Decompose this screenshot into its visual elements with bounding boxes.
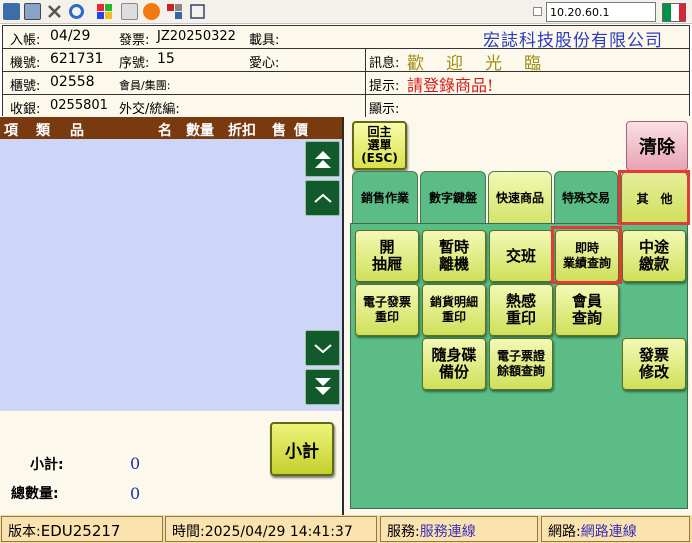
time-label: 時間: bbox=[172, 524, 205, 540]
toolbar: 10.20.60.1 bbox=[0, 0, 692, 24]
alert-icon[interactable] bbox=[143, 3, 160, 20]
ledger-value: 04/29 bbox=[50, 28, 91, 44]
company-name: 宏誌科技股份有限公司 bbox=[483, 31, 663, 51]
double-up-arrow-icon bbox=[314, 151, 331, 168]
network-icon[interactable] bbox=[166, 3, 183, 20]
back-to-main-menu-button[interactable]: 回主 選單 (ESC) bbox=[352, 121, 407, 170]
usb-backup-button[interactable]: 隨身碟 備份 bbox=[422, 338, 486, 390]
version-cell: 版本:EDU25217 bbox=[1, 516, 163, 542]
version-value: EDU25217 bbox=[40, 522, 121, 540]
info-row-3: 櫃號: 02558 會員/集團: 提示: 請登錄商品! bbox=[3, 72, 689, 95]
total-qty-value: 0 bbox=[130, 484, 141, 503]
clear-button[interactable]: 清除 bbox=[626, 121, 688, 171]
scroll-bottom-button[interactable] bbox=[305, 369, 340, 405]
down-chevron-icon bbox=[313, 344, 332, 354]
tab-special-transactions[interactable]: 特殊交易 bbox=[554, 171, 618, 224]
transaction-info: 入帳: 04/29 發票: JZ20250322 載具: 宏誌科技股份有限公司 … bbox=[2, 25, 690, 117]
display-label: 顯示: bbox=[369, 102, 400, 117]
flag-icon bbox=[662, 3, 686, 22]
time-cell: 時間:2025/04/29 14:41:37 bbox=[165, 516, 377, 542]
refresh-icon[interactable] bbox=[68, 3, 85, 20]
midway-payment-button[interactable]: 中途 繳款 bbox=[622, 230, 686, 282]
ip-address-field[interactable]: 10.20.60.1 bbox=[546, 2, 656, 22]
tax-id-label: 外交/統編: bbox=[119, 102, 180, 117]
service-label: 服務: bbox=[387, 524, 420, 540]
hint-label: 提示: bbox=[369, 79, 400, 94]
hint-message: 請登錄商品! bbox=[407, 76, 494, 95]
puzzle-icon[interactable] bbox=[96, 3, 113, 20]
item-list-header: 項 類 品 名 數量 折扣 售價 bbox=[0, 117, 342, 139]
status-bar: 版本:EDU25217 時間:2025/04/29 14:41:37 服務:服務… bbox=[0, 515, 692, 543]
subtotal-value: 0 bbox=[130, 454, 141, 473]
member-label: 會員/集團: bbox=[119, 79, 171, 92]
subtotal-button[interactable]: 小計 bbox=[270, 422, 334, 476]
time-value: 2025/04/29 14:41:37 bbox=[204, 524, 353, 540]
carrier-label: 載具: bbox=[249, 33, 280, 48]
info-row-4: 收銀: 0255801 外交/統編: 顯示: bbox=[3, 95, 689, 117]
sequence-value: 15 bbox=[157, 51, 175, 67]
col-goods: 品 bbox=[70, 123, 84, 139]
scroll-up-button[interactable] bbox=[305, 180, 340, 216]
tab-sales[interactable]: 銷售作業 bbox=[352, 171, 418, 224]
scroll-down-button[interactable] bbox=[305, 330, 340, 366]
up-chevron-icon bbox=[313, 193, 332, 203]
e-invoice-reprint-button[interactable]: 電子發票 重印 bbox=[355, 284, 419, 336]
tab-numeric-keypad[interactable]: 數字鍵盤 bbox=[420, 171, 486, 224]
version-label: 版本: bbox=[8, 524, 41, 540]
e-ticket-balance-query-button[interactable]: 電子票證 餘額查詢 bbox=[489, 338, 553, 390]
scroll-top-button[interactable] bbox=[305, 141, 340, 177]
network-cell: 網路:網路連線 bbox=[541, 516, 690, 542]
service-status: 服務連線 bbox=[419, 524, 476, 540]
invoice-modify-button[interactable]: 發票 修改 bbox=[622, 338, 686, 390]
member-query-button[interactable]: 會員 查詢 bbox=[555, 284, 619, 336]
invoice-label: 發票: bbox=[119, 33, 150, 48]
double-down-arrow-icon bbox=[314, 378, 331, 395]
temporary-leave-button[interactable]: 暫時 離機 bbox=[422, 230, 486, 282]
info-row-1: 入帳: 04/29 發票: JZ20250322 載具: 宏誌科技股份有限公司 bbox=[3, 26, 689, 51]
thermal-reprint-button[interactable]: 熱感 重印 bbox=[489, 284, 553, 336]
machine-label: 機號: bbox=[10, 56, 41, 71]
message-label: 訊息: bbox=[369, 56, 400, 71]
highlight-box-realtime-sales bbox=[551, 226, 622, 284]
cashier-label: 收銀: bbox=[10, 102, 41, 117]
sequence-label: 序號: bbox=[119, 56, 150, 71]
col-name: 名 bbox=[158, 123, 172, 139]
counter-value: 02558 bbox=[50, 74, 95, 90]
col-quantity: 數量 bbox=[186, 123, 214, 139]
subtotal-label: 小計: bbox=[30, 457, 64, 473]
service-cell: 服務:服務連線 bbox=[380, 516, 538, 542]
welcome-message: 歡迎光臨 bbox=[407, 54, 563, 74]
col-discount: 折扣 bbox=[228, 123, 256, 139]
invoice-value: JZ20250322 bbox=[157, 29, 236, 44]
total-qty-label: 總數量: bbox=[11, 486, 59, 502]
donation-label: 愛心: bbox=[249, 56, 280, 71]
col-item: 項 bbox=[4, 123, 18, 139]
highlight-box-others-tab bbox=[618, 170, 690, 225]
printer-icon[interactable] bbox=[121, 3, 138, 20]
item-list[interactable] bbox=[0, 139, 302, 411]
network-label: 網路: bbox=[548, 524, 581, 540]
shift-change-button[interactable]: 交班 bbox=[489, 230, 553, 282]
machine-value: 621731 bbox=[50, 51, 104, 67]
col-category: 類 bbox=[36, 123, 50, 139]
info-row-2: 機號: 621731 序號: 15 愛心: 訊息: 歡迎光臨 bbox=[3, 49, 689, 74]
open-drawer-button[interactable]: 開 抽屜 bbox=[355, 230, 419, 282]
tools-icon[interactable] bbox=[46, 3, 63, 20]
network-status: 網路連線 bbox=[580, 524, 637, 540]
col-price: 售價 bbox=[272, 123, 316, 139]
sales-detail-reprint-button[interactable]: 銷貨明細 重印 bbox=[422, 284, 486, 336]
window-icon[interactable] bbox=[24, 3, 41, 20]
fullscreen-icon[interactable] bbox=[189, 3, 206, 20]
counter-label: 櫃號: bbox=[10, 79, 41, 94]
toolbar-checkbox[interactable] bbox=[533, 7, 542, 16]
tab-quick-items[interactable]: 快速商品 bbox=[488, 171, 552, 224]
app-icon[interactable] bbox=[3, 3, 20, 20]
cashier-value: 0255801 bbox=[50, 98, 108, 113]
ledger-label: 入帳: bbox=[10, 33, 41, 48]
